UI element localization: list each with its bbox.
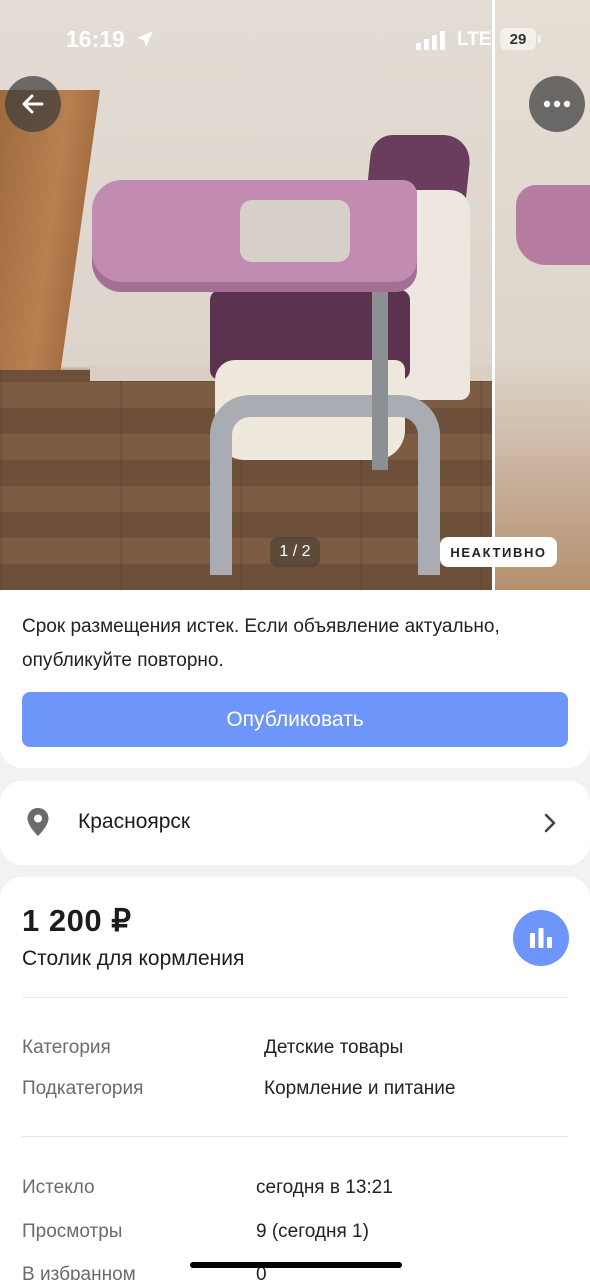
location-pin-icon	[27, 808, 49, 836]
network-type: LTE	[457, 29, 492, 50]
meta-label-views: Просмотры	[22, 1221, 123, 1242]
stats-button[interactable]	[513, 910, 569, 966]
home-indicator[interactable]	[190, 1262, 402, 1268]
arrow-left-icon	[22, 94, 44, 114]
chair-tray-hole	[240, 200, 350, 262]
divider	[22, 997, 568, 998]
more-button[interactable]	[529, 76, 585, 132]
status-bar: 16:19 LTE 29	[0, 0, 590, 70]
status-time: 16:19	[66, 26, 125, 52]
back-button[interactable]	[5, 76, 61, 132]
next-photo-tray	[516, 185, 590, 265]
expired-notice: Срок размещения истек. Если объявление а…	[22, 616, 500, 671]
publish-card: Срок размещения истек. Если объявление а…	[0, 590, 590, 768]
meta-label-favorites: В избранном	[22, 1264, 136, 1280]
more-dots-icon	[543, 100, 571, 108]
photo-divider	[492, 0, 495, 590]
chevron-right-icon	[544, 813, 556, 833]
photo-gallery[interactable]: 1 / 2 НЕАКТИВНО	[0, 0, 590, 590]
chair-legs	[210, 395, 440, 575]
detail-label-category: Категория	[22, 1037, 111, 1058]
listing-price: 1 200 ₽	[22, 903, 132, 938]
chair-strap	[372, 290, 388, 470]
meta-value-expired: сегодня в 13:21	[256, 1177, 393, 1198]
divider	[22, 1136, 568, 1137]
location-row[interactable]: Красноярск	[0, 781, 590, 865]
status-badge: НЕАКТИВНО	[440, 537, 557, 567]
bar-chart-icon	[530, 928, 552, 948]
detail-value-category: Детские товары	[264, 1037, 404, 1058]
photo-counter: 1 / 2	[270, 537, 320, 567]
location-arrow-icon	[137, 31, 153, 47]
meta-value-views: 9 (сегодня 1)	[256, 1221, 369, 1242]
battery-icon: 29	[500, 28, 541, 50]
cellular-signal-icon	[416, 30, 445, 50]
listing-card: 1 200 ₽ Столик для кормления Категория Д…	[0, 877, 590, 1280]
publish-button[interactable]: Опубликовать	[22, 692, 568, 747]
city-name: Красноярск	[78, 810, 191, 833]
detail-value-subcategory: Кормление и питание	[264, 1078, 456, 1099]
listing-title: Столик для кормления	[22, 947, 245, 970]
battery-level: 29	[509, 30, 527, 48]
meta-label-expired: Истекло	[22, 1177, 95, 1198]
detail-label-subcategory: Подкатегория	[22, 1078, 144, 1099]
